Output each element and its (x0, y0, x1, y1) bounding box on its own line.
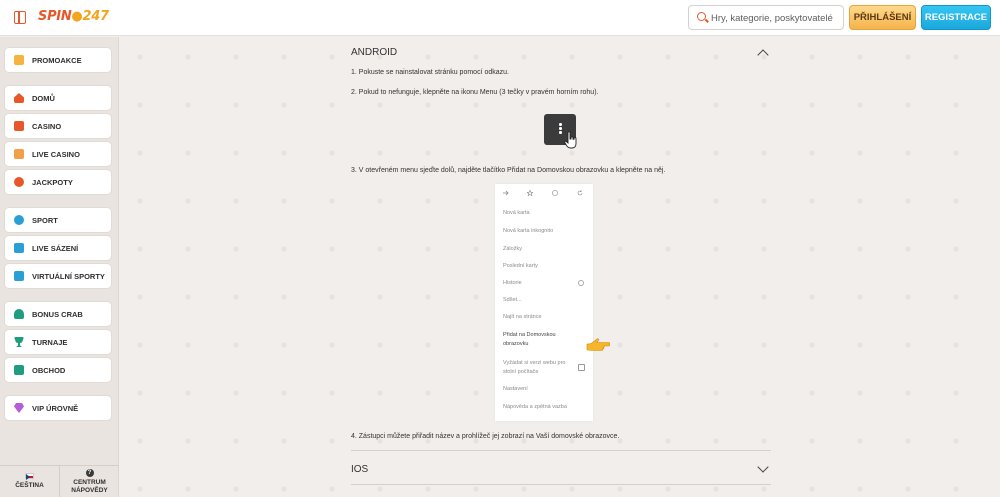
gift-icon (14, 55, 24, 65)
sidebar-item-label: LIVE CASINO (32, 149, 80, 159)
three-dots-icon (559, 123, 562, 126)
menu-item-share: Sdílet... (503, 297, 522, 303)
forward-arrow-icon (503, 190, 509, 196)
menu-item-history: Historie (503, 280, 522, 286)
hand-cursor-icon (564, 131, 577, 149)
info-icon (552, 190, 558, 196)
trophy-icon (14, 337, 24, 347)
menu-item-find-in-page: Najít na stránce (503, 314, 542, 320)
sidebar-item-label: DOMŮ (32, 93, 55, 103)
chevron-down-icon[interactable] (757, 461, 769, 473)
language-label: ČEŠTINA (15, 482, 44, 489)
main-content: ANDROID 1. Pokuste se nainstalovat strán… (120, 37, 1000, 497)
step-2-text: 2. Pokud to nefunguje, klepněte na ikonu… (351, 89, 599, 96)
sidebar-item-vip-levels[interactable]: VIP ÚROVNĚ (5, 396, 111, 420)
menu-item-desktop-site-line1: Vyžádat si verzi webu pro (503, 360, 566, 366)
sidebar-item-tournaments[interactable]: TURNAJE (5, 330, 111, 354)
sport-icon (14, 215, 24, 225)
sidebar-item-label: PROMOAKCE (32, 55, 82, 65)
step-3-text: 3. V otevřeném menu sjeďte dolů, najděte… (351, 167, 666, 174)
menu-item-incognito: Nová karta inkognito (503, 228, 554, 234)
brand-logo[interactable]: SPIN●247 (38, 9, 109, 24)
sidebar-item-label: JACKPOTY (32, 177, 73, 187)
help-center-label-line1: CENTRUM (73, 478, 106, 486)
sidebar-item-live-casino[interactable]: LIVE CASINO (5, 142, 111, 166)
virtual-sports-icon (14, 271, 24, 281)
chevron-up-icon[interactable] (757, 49, 769, 61)
step-1-text: 1. Pokuste se nainstalovat stránku pomoc… (351, 69, 509, 76)
menu-item-recent-tabs: Poslední karty (503, 263, 538, 269)
android-accordion-title[interactable]: ANDROID (351, 47, 397, 58)
language-selector[interactable]: ČEŠTINA (0, 466, 59, 497)
refresh-icon (577, 190, 583, 196)
sidebar-item-live-betting[interactable]: LIVE SÁZENÍ (5, 236, 111, 260)
sidebar-item-label: SPORT (32, 215, 58, 225)
search-box[interactable] (688, 5, 844, 30)
menu-item-new-tab: Nová karta (503, 210, 530, 216)
history-info-icon (578, 280, 584, 286)
sidebar-item-label: VIRTUÁLNÍ SPORTY (32, 271, 105, 281)
menu-item-add-to-home-line1: Přidat na Domovskou (503, 332, 556, 338)
logo-number: 247 (82, 9, 109, 24)
sidebar-item-promotions[interactable]: PROMOAKCE (5, 48, 111, 72)
accordion-divider (351, 450, 771, 451)
menu-item-desktop-site-line2: stolní počítače (503, 369, 539, 375)
sidebar-item-label: OBCHOD (32, 365, 66, 375)
sidebar-item-home[interactable]: DOMŮ (5, 86, 111, 110)
sidebar-item-label: BONUS CRAB (32, 309, 83, 319)
search-icon (697, 12, 706, 21)
sidebar-item-jackpots[interactable]: JACKPOTY (5, 170, 111, 194)
logo-text: SPIN (38, 9, 72, 24)
pointing-hand-icon (586, 338, 610, 351)
ios-accordion-title[interactable]: IOS (351, 464, 368, 475)
help-icon: ? (85, 468, 94, 477)
sidebar-item-label: LIVE SÁZENÍ (32, 243, 79, 253)
sidebar-item-label: VIP ÚROVNĚ (32, 403, 79, 413)
desktop-site-checkbox-icon (578, 364, 585, 371)
step-4-text: 4. Zástupci můžete přiřadit název a proh… (351, 433, 620, 440)
sidebar-footer: ČEŠTINA ? CENTRUM NÁPOVĚDY (0, 465, 119, 497)
browser-menu-screenshot: Nová karta Nová karta inkognito Záložky … (495, 184, 593, 421)
sidebar-item-bonus-crab[interactable]: BONUS CRAB (5, 302, 111, 326)
live-betting-icon (14, 243, 24, 253)
browser-menu-toolbar (495, 184, 593, 204)
sidebar-item-label: TURNAJE (32, 337, 68, 347)
home-icon (14, 93, 24, 103)
jackpot-icon (14, 177, 24, 187)
sidebar-item-label: CASINO (32, 121, 62, 131)
live-casino-icon (14, 149, 24, 159)
casino-icon (14, 121, 24, 131)
logo-badge-icon: ● (71, 9, 83, 24)
bonus-crab-icon (14, 309, 24, 319)
sidebar-item-casino[interactable]: CASINO (5, 114, 111, 138)
top-header: SPIN●247 PŘIHLÁŠENÍ REGISTRACE (0, 0, 1000, 36)
menu-item-settings: Nastavení (503, 386, 528, 392)
menu-item-add-to-home-line2: obrazovku (503, 341, 529, 347)
sidebar-item-virtual-sports[interactable]: VIRTUÁLNÍ SPORTY (5, 264, 111, 288)
shop-icon (14, 365, 24, 375)
help-center-label-line2: NÁPOVĚDY (71, 486, 108, 494)
sidebar-toggle-icon[interactable] (14, 11, 26, 24)
login-button[interactable]: PŘIHLÁŠENÍ (849, 5, 916, 30)
search-input[interactable] (711, 9, 839, 27)
sidebar: PROMOAKCE DOMŮ CASINO LIVE CASINO JACKPO… (0, 37, 119, 497)
register-button[interactable]: REGISTRACE (921, 5, 991, 30)
sidebar-item-shop[interactable]: OBCHOD (5, 358, 111, 382)
czech-flag-icon (25, 473, 34, 480)
accordion-divider (351, 484, 771, 485)
help-center-link[interactable]: ? CENTRUM NÁPOVĚDY (59, 466, 119, 497)
sidebar-item-sport[interactable]: SPORT (5, 208, 111, 232)
menu-item-bookmarks: Záložky (503, 246, 522, 252)
star-icon (527, 190, 533, 196)
menu-item-help-feedback: Nápověda a zpětná vazba (503, 404, 567, 410)
vip-diamond-icon (14, 403, 24, 413)
